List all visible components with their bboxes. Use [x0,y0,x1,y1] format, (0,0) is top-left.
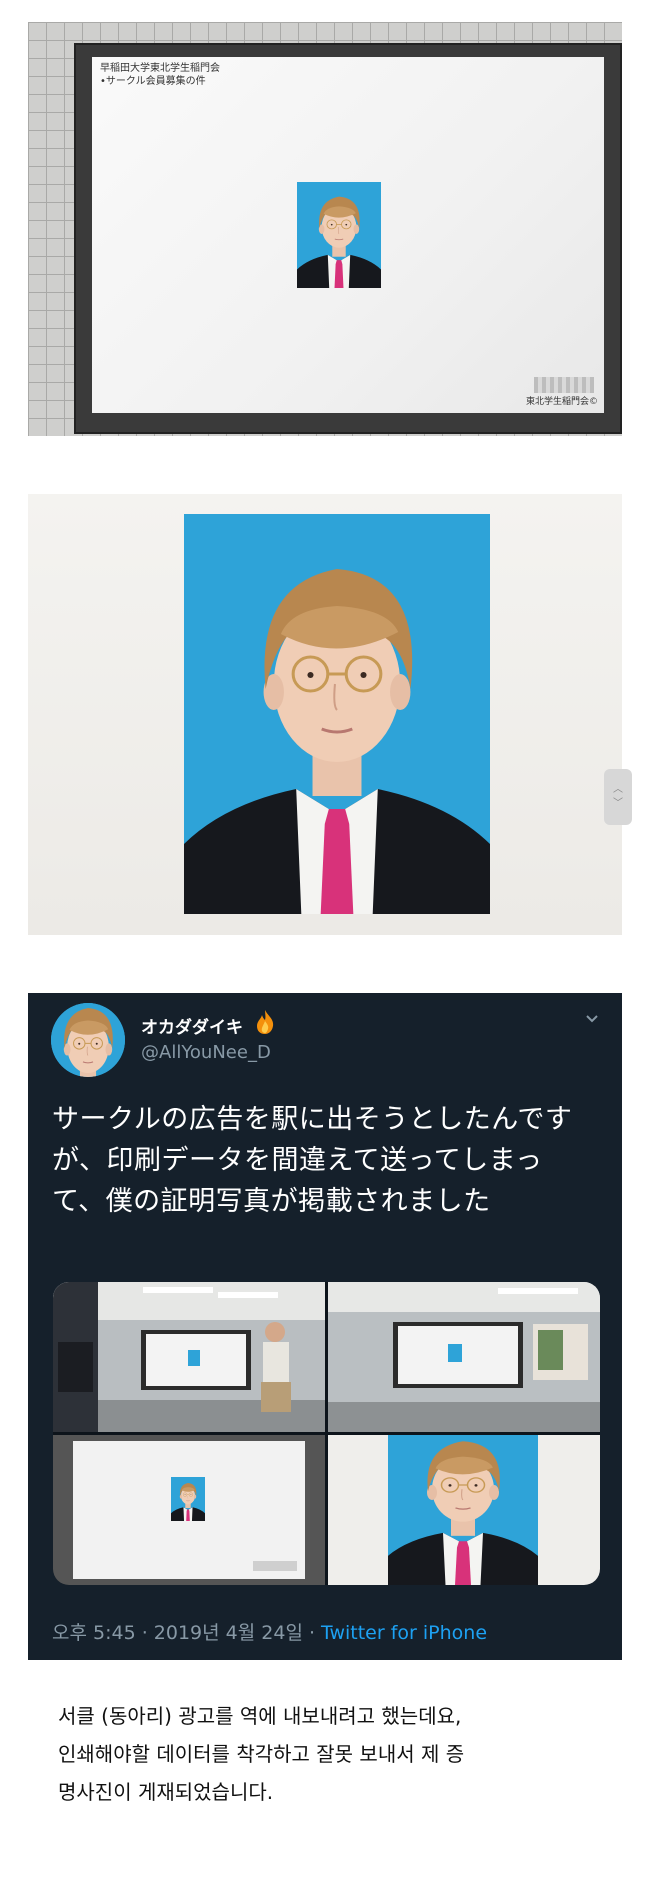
station-ad-photo: 早稲田大学東北学生稲門会 •サークル会員募集の件 東北学生稲門会© [28,22,622,436]
page-scroll-control[interactable]: ︿ ﹀ [604,769,632,825]
id-photo-large [184,514,490,914]
chevron-up-icon: ︿ [613,784,623,795]
poster-header-line1: 早稲田大学東北学生稲門会 [100,63,220,74]
tweet-timestamp[interactable]: 오후 5:45 · 2019년 4월 24일 [52,1622,303,1644]
media-tile-3[interactable] [53,1435,325,1585]
caption-text: 서클 (동아리) 광고를 역에 내보내려고 했는데요, 인쇄해야할 데이터를 착… [58,1704,465,1804]
media-tile-4[interactable] [328,1435,600,1585]
tweet-media-grid [53,1282,600,1585]
avatar[interactable] [51,1003,125,1077]
poster-header-line2: •サークル会員募集の件 [100,76,206,87]
ad-poster: 早稲田大学東北学生稲門会 •サークル会員募集の件 東北学生稲門会© [92,57,604,413]
media-tile-1[interactable] [53,1282,325,1432]
media-tile-2[interactable] [328,1282,600,1432]
chevron-down-icon[interactable] [584,1011,600,1027]
tweet-display-name[interactable]: オカダダイキ [141,1013,243,1038]
tweet-metadata: 오후 5:45 · 2019년 4월 24일 · Twitter for iPhon… [52,1622,488,1644]
poster-signature: 東北学生稲門会© [525,397,598,407]
chevron-down-icon: ﹀ [613,798,623,809]
ad-board-frame: 早稲田大学東北学生稲門会 •サークル会員募集の件 東北学生稲門会© [74,43,622,434]
tweet-card: オカダダイキ @AllYouNee_D サークルの広告を駅に出そうとしたんですが… [28,993,622,1660]
flame-emoji-icon [257,1010,274,1034]
tweet-handle[interactable]: @AllYouNee_D [141,1042,271,1063]
id-photo-small [297,182,381,288]
blurred-text [534,377,594,393]
tweet-text: サークルの広告を駅に出そうとしたんですが、印刷データを間違えて送ってしまって、僕… [52,1104,573,1217]
closeup-photo [28,494,622,935]
tweet-source-link[interactable]: Twitter for iPhone [321,1622,487,1644]
